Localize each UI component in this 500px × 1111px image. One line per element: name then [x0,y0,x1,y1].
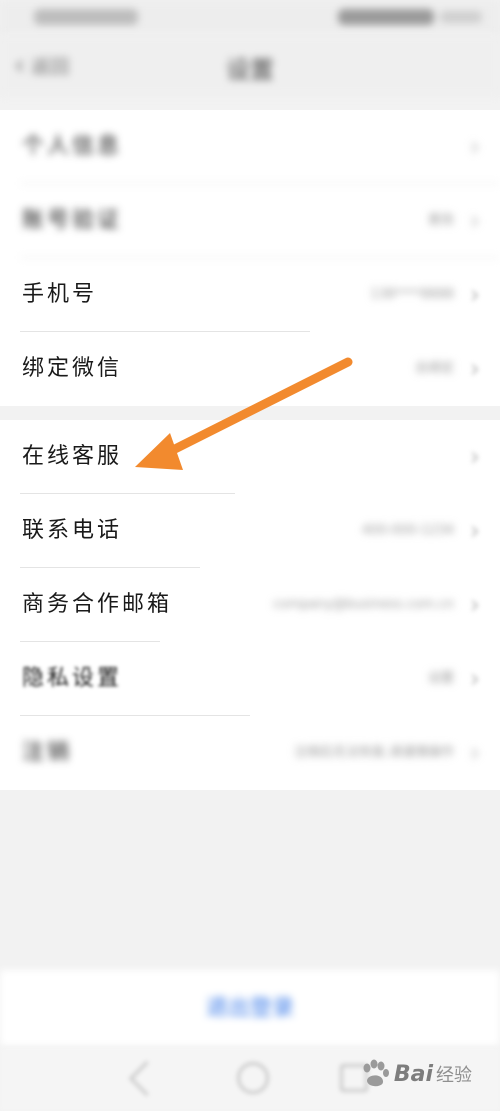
settings-section-account: 个人信息 › 账号验证 更改 › 手机号 138****8888 › 绑定微信 … [0,110,500,406]
chevron-right-icon: › [469,738,480,768]
page-title: 设置 [226,56,274,84]
row-value: 注销后无法恢复,请谨慎操作 [293,745,454,760]
row-value: 138****8888 [370,287,454,302]
row-value: 400-000-1234 [361,523,454,538]
row-value: 更改 [427,213,454,228]
row-label: 手机号 [22,282,98,307]
system-back-icon[interactable] [128,1060,165,1097]
watermark-brand: Bai [393,1061,433,1087]
watermark-suffix: 经验 [436,1065,472,1086]
row-value: 设置 [427,671,454,686]
row-label: 绑定微信 [22,356,123,381]
settings-row-contact-phone[interactable]: 联系电话 400-000-1234 › [0,494,500,568]
settings-row-online-service[interactable]: 在线客服 › [0,420,500,494]
logout-bar: 退出登录 [0,970,500,1046]
settings-row-phone[interactable]: 手机号 138****8888 › [0,258,500,332]
row-label: 注销 [22,740,73,765]
row-label: 账号验证 [22,208,123,233]
row-label: 隐私设置 [22,666,123,691]
nav-bar: ‹ 返回 设置 [0,34,500,96]
chevron-right-icon: › [469,354,480,384]
row-label: 在线客服 [22,444,123,469]
chevron-right-icon: › [469,590,480,620]
status-time [440,11,482,23]
logout-button[interactable]: 退出登录 [0,990,500,1022]
status-bar [0,0,500,34]
chevron-right-icon: › [469,442,480,472]
chevron-right-icon: › [469,280,480,310]
paw-icon [363,1059,389,1087]
settings-row-bind-wechat[interactable]: 绑定微信 去绑定 › [0,332,500,406]
chevron-right-icon: › [469,516,480,546]
status-carrier-signal [34,9,138,25]
row-value: company@business.com.cn [273,597,454,612]
settings-row-deregister[interactable]: 注销 注销后无法恢复,请谨慎操作 › [0,716,500,790]
settings-row-account-verify[interactable]: 账号验证 更改 › [0,184,500,258]
row-label: 商务合作邮箱 [22,592,173,617]
chevron-right-icon: › [469,206,480,236]
status-battery-indicator [338,9,434,25]
watermark: Bai 经验 [358,1052,472,1096]
system-home-icon[interactable] [237,1062,269,1094]
chevron-right-icon: › [469,132,480,162]
settings-row-business-email[interactable]: 商务合作邮箱 company@business.com.cn › [0,568,500,642]
settings-row-personal-info[interactable]: 个人信息 › [0,110,500,184]
row-label: 个人信息 [22,134,123,159]
row-label: 联系电话 [22,518,123,543]
chevron-right-icon: › [469,664,480,694]
settings-row-privacy[interactable]: 隐私设置 设置 › [0,642,500,716]
settings-section-support: 在线客服 › 联系电话 400-000-1234 › 商务合作邮箱 compan… [0,420,500,790]
row-value: 去绑定 [414,361,454,376]
